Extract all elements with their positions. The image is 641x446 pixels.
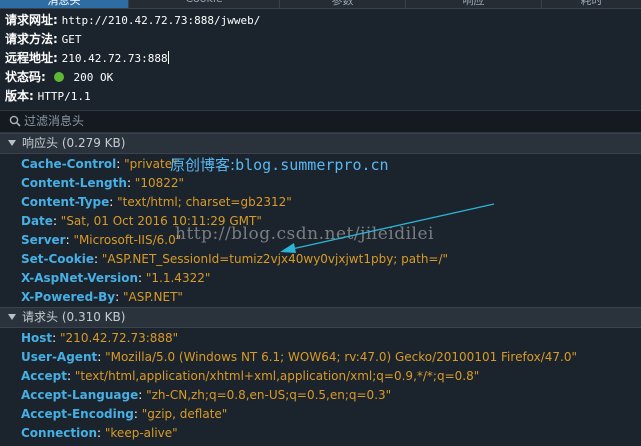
header-value: "ASP.NET_SessionId=tumiz2vjx40wy0vjxjwt1…: [101, 252, 449, 266]
header-row[interactable]: Connection: "keep-alive": [21, 424, 178, 443]
text-cursor: [167, 51, 169, 64]
header-value: "Microsoft-IIS/6.0": [73, 233, 182, 247]
header-name: X-Powered-By: [21, 290, 116, 304]
tab-params[interactable]: 参数: [280, 0, 406, 8]
header-row[interactable]: X-Powered-By: "ASP.NET": [21, 288, 183, 307]
header-row[interactable]: Content-Type: "text/html; charset=gb2312…: [21, 193, 292, 212]
header-row[interactable]: User-Agent: "Mozilla/5.0 (Windows NT 6.1…: [21, 348, 577, 367]
filter-bar: [0, 110, 641, 133]
header-row[interactable]: Accept-Encoding: "gzip, deflate": [21, 405, 227, 424]
header-name: Accept-Language: [21, 388, 139, 402]
tab-response[interactable]: 响应: [406, 0, 542, 8]
response-headers-title: 响应头 (0.279 KB): [22, 136, 126, 150]
summary-status-value: 200 OK: [73, 71, 114, 84]
header-name: Content-Length: [21, 176, 127, 190]
annotation-site: blog.summerpro.cn: [235, 156, 389, 174]
header-value: "keep-alive": [104, 426, 178, 440]
header-name: Server: [21, 233, 66, 247]
header-name: Connection: [21, 426, 98, 440]
filter-headers-input[interactable]: [24, 113, 624, 129]
summary-url-value[interactable]: http://210.42.72.73:888/jwweb/: [62, 14, 261, 27]
header-name: User-Agent: [21, 350, 98, 364]
header-row[interactable]: Cache-Control: "private": [21, 155, 178, 174]
header-row[interactable]: Accept: "text/html,application/xhtml+xml…: [21, 367, 479, 386]
tab-timings[interactable]: 耗时: [542, 0, 641, 8]
tab-cookie[interactable]: Cookie: [129, 0, 280, 8]
summary-remote-value: 210.42.72.73:888: [61, 52, 168, 65]
response-headers-section-header[interactable]: 响应头 (0.279 KB): [0, 133, 641, 154]
header-value: "gzip, deflate": [141, 407, 228, 421]
summary-url-label: 请求网址:: [5, 13, 58, 27]
summary-status-label: 状态码:: [5, 70, 46, 84]
collapse-triangle-icon: [8, 314, 16, 320]
blog-annotation: 原创博客:blog.summerpro.cn: [170, 154, 389, 175]
header-value: "ASP.NET": [122, 290, 183, 304]
collapse-triangle-icon: [8, 140, 16, 146]
summary-remote-row: 远程地址: 210.42.72.73:888: [5, 49, 169, 68]
search-icon: [9, 115, 21, 127]
tab-headers[interactable]: 消息头: [0, 0, 129, 8]
header-row[interactable]: Set-Cookie: "ASP.NET_SessionId=tumiz2vjx…: [21, 250, 448, 269]
annotation-prefix: 原创博客:: [170, 156, 236, 174]
summary-url-row: 请求网址: http://210.42.72.73:888/jwweb/: [5, 11, 260, 30]
summary-version-row: 版本: HTTP/1.1: [5, 87, 91, 106]
header-value: "210.42.72.73:888": [60, 331, 179, 345]
header-value: "10822": [134, 176, 185, 190]
csdn-watermark: http://blog.csdn.net/jileidilei: [175, 224, 434, 244]
request-headers-section-header[interactable]: 请求头 (0.310 KB): [0, 307, 641, 328]
header-name: Content-Type: [21, 195, 110, 209]
header-value: "1.1.4322": [145, 271, 211, 285]
summary-method-row: 请求方法: GET: [5, 30, 82, 49]
status-ok-dot-icon: [53, 72, 64, 82]
summary-version-label: 版本:: [5, 89, 34, 103]
header-name: Accept-Encoding: [21, 407, 134, 421]
summary-version-value: HTTP/1.1: [37, 90, 91, 103]
summary-method-value: GET: [61, 33, 82, 46]
header-row[interactable]: X-AspNet-Version: "1.1.4322": [21, 269, 210, 288]
header-value: "zh-CN,zh;q=0.8,en-US;q=0.5,en;q=0.3": [146, 388, 392, 402]
header-row[interactable]: Accept-Language: "zh-CN,zh;q=0.8,en-US;q…: [21, 386, 391, 405]
header-name: X-AspNet-Version: [21, 271, 139, 285]
header-row[interactable]: Server: "Microsoft-IIS/6.0": [21, 231, 181, 250]
summary-remote-label: 远程地址:: [5, 51, 58, 65]
header-name: Date: [21, 214, 53, 228]
header-name: Host: [21, 331, 53, 345]
header-name: Accept: [21, 369, 67, 383]
header-name: Set-Cookie: [21, 252, 95, 266]
summary-status-row: 状态码: 200 OK: [5, 68, 113, 87]
request-summary: 请求网址: http://210.42.72.73:888/jwweb/ 请求方…: [0, 9, 641, 108]
header-value: "text/html,application/xhtml+xml,applica…: [74, 369, 480, 383]
tab-strip: 消息头 Cookie 参数 响应 耗时: [0, 0, 641, 9]
header-row[interactable]: Host: "210.42.72.73:888": [21, 329, 178, 348]
summary-method-label: 请求方法:: [5, 32, 58, 46]
header-value: "Mozilla/5.0 (Windows NT 6.1; WOW64; rv:…: [105, 350, 578, 364]
header-row[interactable]: Content-Length: "10822": [21, 174, 184, 193]
request-headers-title: 请求头 (0.310 KB): [22, 310, 126, 324]
header-value: "text/html; charset=gb2312": [117, 195, 292, 209]
header-name: Cache-Control: [21, 157, 117, 171]
